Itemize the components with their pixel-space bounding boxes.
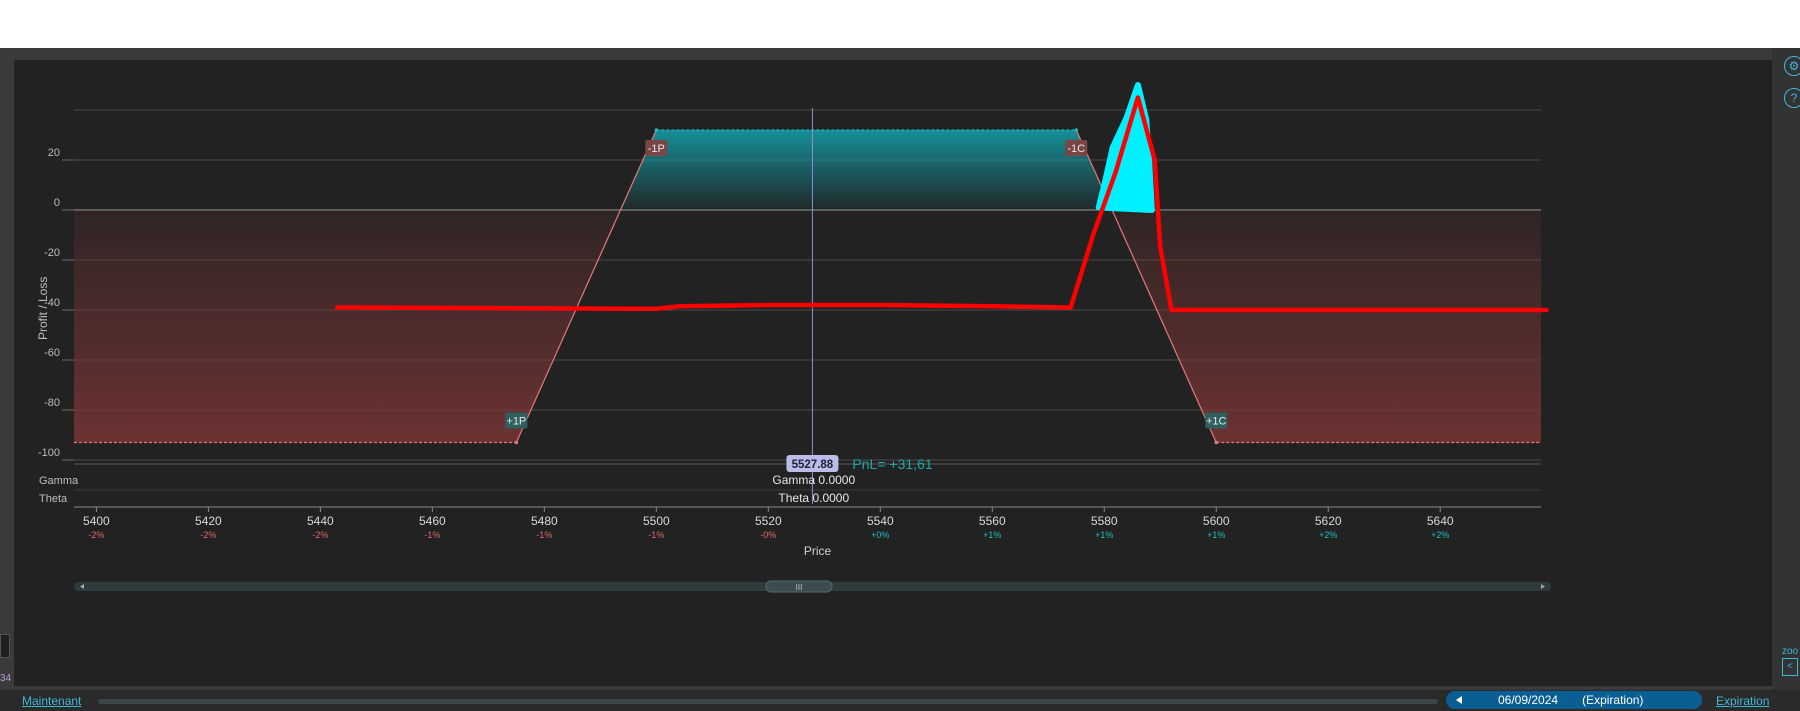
y-tick-label: 20 [48,147,60,159]
x-tick-pct-label: +0% [871,530,889,540]
x-tick-label: 5420 [195,514,222,528]
x-tick-pct-label: -1% [648,530,664,540]
x-tick-label: 5480 [531,514,558,528]
x-tick-pct-label: +1% [1095,530,1113,540]
now-link[interactable]: Maintenant [22,694,81,708]
x-tick-label: 5560 [979,514,1006,528]
date-value: 06/09/2024 [1498,693,1559,707]
gamma-readout: Gamma 0.0000 [772,473,855,487]
timeline-track[interactable] [98,699,1438,704]
payoff-chart: III 200-20-40-60-80-100+1P-1P -1C+1C5527.… [38,82,1551,593]
leg-point [514,440,519,445]
price-badge-text: 5527.88 [792,459,834,471]
zoom-label: zoo [1782,646,1799,657]
expiration-date-selector[interactable]: 06/09/2024 (Expiration) [1446,691,1702,709]
horizontal-scrollbar[interactable]: III [74,580,1551,593]
leg-point [654,128,659,132]
x-tick-label: 5500 [643,514,670,528]
leg-label: +1C [1206,416,1227,428]
scrollbar-thumb-grip: III [796,583,803,592]
x-tick-pct-label: -1% [424,530,440,540]
theta-readout: Theta 0.0000 [778,491,849,505]
leg-label: -1C [1067,143,1085,155]
x-tick-label: 5520 [755,514,782,528]
payoff-chart-panel: III 20 0 -20 -40 -60 -80 -100 +1P -1P -1C +1C 5527.… [14,60,1772,686]
right-toolbar: ⚙ ? [1772,48,1800,690]
y-tick-label: -20 [44,247,60,259]
settings-gear-icon[interactable]: ⚙ [1784,56,1800,76]
x-tick-label: 5580 [1091,514,1118,528]
x-tick-pct-label: -2% [200,530,216,540]
x-tick-pct-label: -2% [312,530,328,540]
left-panel-number: 34 [0,673,12,684]
x-axis-label: Price [804,544,832,558]
x-tick-label: 5600 [1203,514,1230,528]
loss-area [74,210,621,443]
left-panel-handle[interactable] [0,634,10,658]
leg-label: -1P [648,143,665,155]
help-icon[interactable]: ? [1784,88,1800,108]
y-axis-label: Profit / Loss [36,276,50,340]
profit-area [620,130,1113,210]
x-tick-label: 5640 [1427,514,1454,528]
gamma-row-label: Gamma [39,475,79,487]
expiration-link[interactable]: Expiration [1716,694,1769,708]
leg-point [1214,440,1219,445]
timeline-bar: Maintenant 06/09/2024 (Expiration) Expir… [0,690,1800,711]
leg-point [1074,128,1079,132]
y-tick-label: -60 [44,347,60,359]
x-tick-pct-label: -1% [536,530,552,540]
x-tick-pct-label: +2% [1319,530,1337,540]
arrow-left-icon[interactable] [1456,696,1462,704]
app-window: III 20 0 -20 -40 -60 -80 -100 +1P -1P -1C +1C 5527.… [0,48,1800,711]
x-tick-label: 5620 [1315,514,1342,528]
x-tick-label: 5540 [867,514,894,528]
x-tick-pct-label: -0% [760,530,776,540]
current-price-badge[interactable]: 5527.88 [786,455,839,472]
theta-row-label: Theta [39,493,68,505]
x-tick-pct-label: +1% [1207,530,1225,540]
x-tick-label: 5460 [419,514,446,528]
y-tick-label: -80 [44,397,60,409]
x-tick-pct-label: -2% [88,530,104,540]
expiration-tag: (Expiration) [1582,693,1644,707]
leg-label: +1P [506,416,526,428]
x-tick-label: 5440 [307,514,334,528]
pnl-readout: PnL= +31,61 [852,456,932,472]
loss-area [1112,210,1541,443]
x-tick-pct-label: +2% [1431,530,1449,540]
zoom-left-button[interactable]: < [1782,658,1798,676]
y-tick-label: -100 [38,447,60,459]
y-tick-label: 0 [54,197,60,209]
x-tick-label: 5400 [83,514,110,528]
x-tick-pct-label: +1% [983,530,1001,540]
